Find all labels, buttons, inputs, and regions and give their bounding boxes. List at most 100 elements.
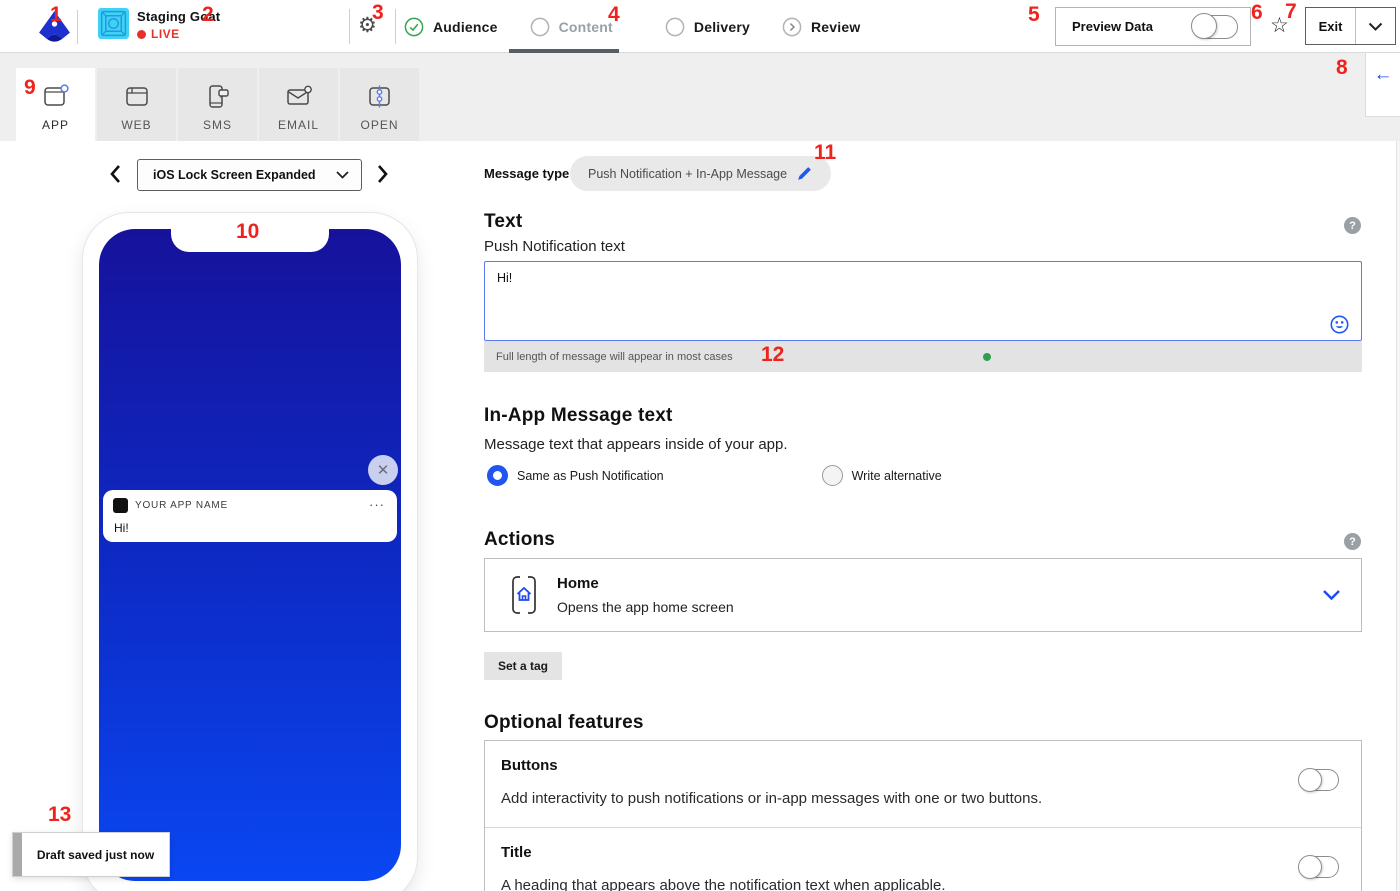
next-device-button[interactable] bbox=[376, 164, 396, 186]
preview-data-toggle[interactable] bbox=[1192, 15, 1238, 39]
preview-data-label: Preview Data bbox=[1072, 19, 1153, 34]
inapp-section-title: In-App Message text bbox=[484, 405, 673, 427]
buttons-toggle[interactable] bbox=[1299, 769, 1339, 791]
annotation-mark-11: 11 bbox=[814, 142, 836, 163]
phone-home-icon bbox=[509, 575, 539, 615]
text-help-icon[interactable]: ? bbox=[1344, 217, 1361, 234]
push-text-input[interactable]: Hi! bbox=[484, 261, 1362, 341]
exit-split-button: Exit bbox=[1305, 7, 1396, 45]
notification-more-icon[interactable]: ··· bbox=[369, 502, 385, 509]
edit-pencil-icon bbox=[796, 165, 813, 182]
annotation-mark-9: 9 bbox=[24, 77, 36, 98]
feature-title-name: Title bbox=[501, 844, 1341, 861]
close-icon: ✕ bbox=[377, 461, 390, 479]
header-divider bbox=[77, 10, 78, 44]
email-channel-icon bbox=[283, 82, 315, 112]
annotation-mark-8: 8 bbox=[1336, 57, 1348, 78]
feature-buttons-row: Buttons Add interactivity to push notifi… bbox=[485, 741, 1361, 827]
action-name: Home bbox=[557, 575, 1322, 592]
actions-section-title: Actions bbox=[484, 529, 555, 551]
annotation-mark-6: 6 bbox=[1251, 2, 1263, 23]
push-composer-app: Staging Goat LIVE ⚙ Audience Con bbox=[0, 0, 1400, 891]
header-divider bbox=[395, 9, 396, 44]
step-content[interactable]: Content bbox=[530, 17, 613, 37]
toast-accent-bar bbox=[13, 833, 22, 876]
right-edge-strip bbox=[1396, 141, 1400, 891]
emoji-picker-icon[interactable] bbox=[1330, 315, 1349, 334]
radio-same-as-push[interactable]: Same as Push Notification bbox=[487, 465, 664, 486]
message-length-status: Full length of message will appear in mo… bbox=[496, 351, 733, 363]
chevron-down-icon[interactable] bbox=[1322, 589, 1341, 601]
set-a-tag-button[interactable]: Set a tag bbox=[484, 652, 562, 680]
tab-web[interactable]: WEB bbox=[97, 68, 176, 141]
header-divider bbox=[349, 9, 350, 44]
phone-screen: ✕ YOUR APP NAME ··· Hi! bbox=[99, 229, 401, 881]
exit-menu-button[interactable] bbox=[1356, 8, 1395, 44]
arrow-left-icon: ← bbox=[1374, 65, 1393, 84]
phone-preview: ✕ YOUR APP NAME ··· Hi! bbox=[83, 213, 417, 891]
annotation-mark-3: 3 bbox=[372, 2, 384, 23]
action-home-card[interactable]: Home Opens the app home screen bbox=[484, 558, 1362, 632]
active-step-indicator bbox=[509, 49, 619, 53]
message-type-value: Push Notification + In-App Message bbox=[588, 167, 787, 181]
live-status-label: LIVE bbox=[151, 27, 180, 41]
notification-app-icon bbox=[113, 498, 128, 513]
notification-app-name: YOUR APP NAME bbox=[135, 500, 362, 511]
annotation-mark-7: 7 bbox=[1285, 1, 1297, 22]
project-app-icon[interactable] bbox=[98, 8, 129, 44]
notification-card[interactable]: YOUR APP NAME ··· Hi! bbox=[103, 490, 397, 542]
chevron-down-icon bbox=[336, 171, 349, 179]
open-channel-icon bbox=[364, 82, 396, 112]
chevron-left-icon bbox=[108, 164, 122, 184]
message-type-pill[interactable]: Push Notification + In-App Message bbox=[570, 156, 831, 191]
actions-help-icon[interactable]: ? bbox=[1344, 533, 1361, 550]
tab-sms[interactable]: SMS bbox=[178, 68, 257, 141]
wizard-steps: Audience Content Delivery Review bbox=[404, 0, 892, 53]
message-type-label: Message type: bbox=[484, 166, 574, 181]
dismiss-preview-button[interactable]: ✕ bbox=[368, 455, 398, 485]
optional-section-title: Optional features bbox=[484, 712, 644, 734]
step-review[interactable]: Review bbox=[782, 17, 860, 37]
text-section-title: Text bbox=[484, 211, 522, 233]
feature-buttons-name: Buttons bbox=[501, 757, 1341, 774]
chevron-down-icon bbox=[1368, 22, 1383, 31]
step-delivery[interactable]: Delivery bbox=[665, 17, 750, 37]
live-status-dot bbox=[137, 30, 146, 39]
title-toggle[interactable] bbox=[1299, 856, 1339, 878]
step-audience[interactable]: Audience bbox=[404, 17, 498, 37]
notification-message: Hi! bbox=[114, 521, 385, 535]
step-complete-icon bbox=[404, 17, 424, 37]
sms-channel-icon bbox=[202, 82, 234, 112]
step-circle-icon bbox=[530, 17, 550, 37]
app-channel-icon bbox=[40, 82, 72, 112]
draft-saved-toast: Draft saved just now bbox=[12, 832, 170, 877]
annotation-mark-10: 10 bbox=[236, 221, 259, 242]
device-preview-select[interactable]: iOS Lock Screen Expanded bbox=[137, 159, 362, 191]
optional-features-box: Buttons Add interactivity to push notifi… bbox=[484, 740, 1362, 891]
previous-device-button[interactable] bbox=[108, 164, 128, 186]
tab-email[interactable]: EMAIL bbox=[259, 68, 338, 141]
annotation-mark-12: 12 bbox=[761, 344, 784, 365]
feature-title-desc: A heading that appears above the notific… bbox=[501, 877, 1341, 891]
annotation-mark-1: 1 bbox=[50, 4, 62, 25]
expand-sidebar-button[interactable]: ← bbox=[1365, 53, 1400, 117]
inapp-subtitle: Message text that appears inside of your… bbox=[484, 436, 788, 453]
radio-selected-icon bbox=[487, 465, 508, 486]
tab-open[interactable]: OPEN bbox=[340, 68, 419, 141]
status-ok-dot bbox=[983, 353, 991, 361]
step-circle-icon bbox=[665, 17, 685, 37]
action-description: Opens the app home screen bbox=[557, 599, 1322, 615]
push-text-subtitle: Push Notification text bbox=[484, 238, 625, 255]
feature-title-row: Title A heading that appears above the n… bbox=[485, 827, 1361, 891]
step-chevron-icon bbox=[782, 17, 802, 37]
radio-unselected-icon bbox=[822, 465, 843, 486]
annotation-mark-5: 5 bbox=[1028, 4, 1040, 25]
preview-data-control: Preview Data bbox=[1055, 7, 1251, 46]
chevron-right-icon bbox=[376, 164, 390, 184]
inapp-text-options: Same as Push Notification Write alternat… bbox=[487, 465, 942, 486]
annotation-mark-2: 2 bbox=[202, 4, 214, 25]
annotation-mark-4: 4 bbox=[608, 4, 620, 25]
radio-write-alternative[interactable]: Write alternative bbox=[822, 465, 942, 486]
exit-button[interactable]: Exit bbox=[1306, 8, 1356, 44]
annotation-mark-13: 13 bbox=[48, 804, 71, 825]
